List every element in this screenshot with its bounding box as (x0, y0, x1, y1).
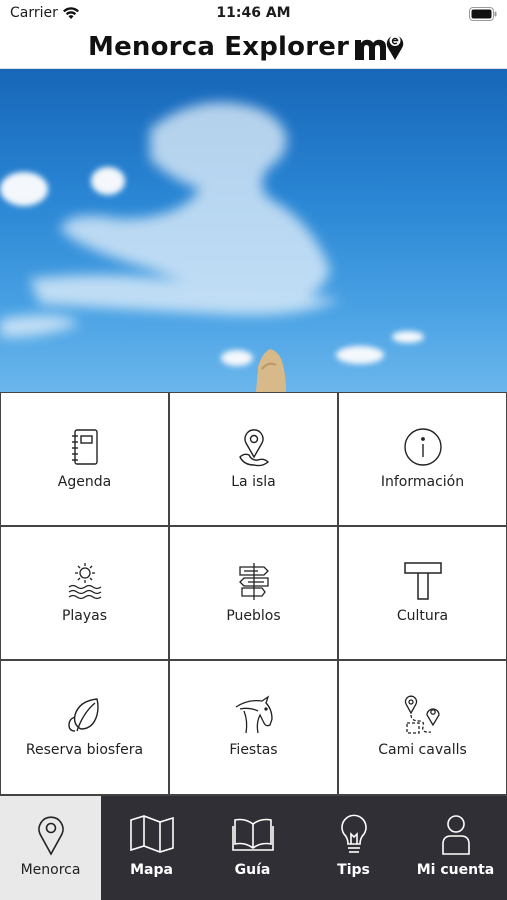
tab-tips[interactable]: Tips (303, 796, 404, 900)
lightbulb-icon (340, 814, 367, 853)
info-icon (403, 428, 442, 466)
menu-tile-agenda[interactable]: Agenda (1, 393, 168, 525)
menu-tile-informacion[interactable]: Información (339, 393, 506, 525)
menu-tile-label: Pueblos (226, 608, 281, 624)
route-icon (404, 695, 440, 734)
menu-tile-fiestas[interactable]: Fiestas (170, 661, 337, 794)
tab-menorca[interactable]: Menorca (0, 796, 101, 900)
tab-mapa[interactable]: Mapa (101, 796, 202, 900)
status-bar: Carrier 11:46 AM (0, 0, 507, 28)
menu-tile-reserva-biosfera[interactable]: Reserva biosfera (1, 661, 168, 794)
tab-label: Mapa (130, 862, 173, 878)
taula-icon (403, 562, 442, 600)
app-title: Menorca Explorer (88, 32, 350, 62)
menu-tile-label: Información (380, 474, 465, 490)
menu-tile-label: Cami cavalls (378, 742, 467, 758)
app-header: Menorca Explorer (0, 28, 507, 69)
menu-grid: Agenda La isla Información Playas Pueblo… (0, 392, 507, 796)
leaf-icon (67, 698, 99, 732)
menu-tile-la-isla[interactable]: La isla (170, 393, 337, 525)
horse-icon (235, 695, 273, 734)
menu-tile-label: Cultura (396, 608, 449, 624)
notebook-icon (71, 429, 98, 465)
tab-bar: Menorca Mapa Guía Tips Mi cuenta (0, 796, 507, 900)
menu-tile-playas[interactable]: Playas (1, 527, 168, 659)
book-icon (231, 818, 274, 851)
menu-tile-cami-cavalls[interactable]: Cami cavalls (339, 661, 506, 794)
menu-tile-label: La isla (231, 474, 276, 490)
signpost-icon (238, 563, 269, 600)
menu-tile-cultura[interactable]: Cultura (339, 527, 506, 659)
status-time: 11:46 AM (216, 5, 291, 21)
sun-waves-icon (68, 563, 101, 600)
user-icon (441, 815, 470, 855)
tab-mi-cuenta[interactable]: Mi cuenta (404, 796, 507, 900)
tab-label: Mi cuenta (416, 862, 495, 878)
menu-tile-label: Fiestas (229, 742, 278, 758)
tab-label: Tips (337, 862, 370, 878)
menu-tile-label: Playas (61, 608, 108, 624)
tab-guia[interactable]: Guía (202, 796, 303, 900)
location-pin-icon (37, 816, 64, 856)
menu-tile-label: Reserva biosfera (25, 742, 144, 758)
battery-icon (469, 6, 497, 25)
map-icon (129, 815, 174, 853)
tab-label: Guía (234, 862, 271, 878)
tab-label: Menorca (20, 862, 81, 878)
menorca-explorer-logo-icon (352, 28, 408, 68)
menu-tile-label: Agenda (57, 474, 112, 490)
map-pin-icon (238, 429, 269, 467)
hero-image (0, 69, 507, 392)
menu-tile-pueblos[interactable]: Pueblos (170, 527, 337, 659)
